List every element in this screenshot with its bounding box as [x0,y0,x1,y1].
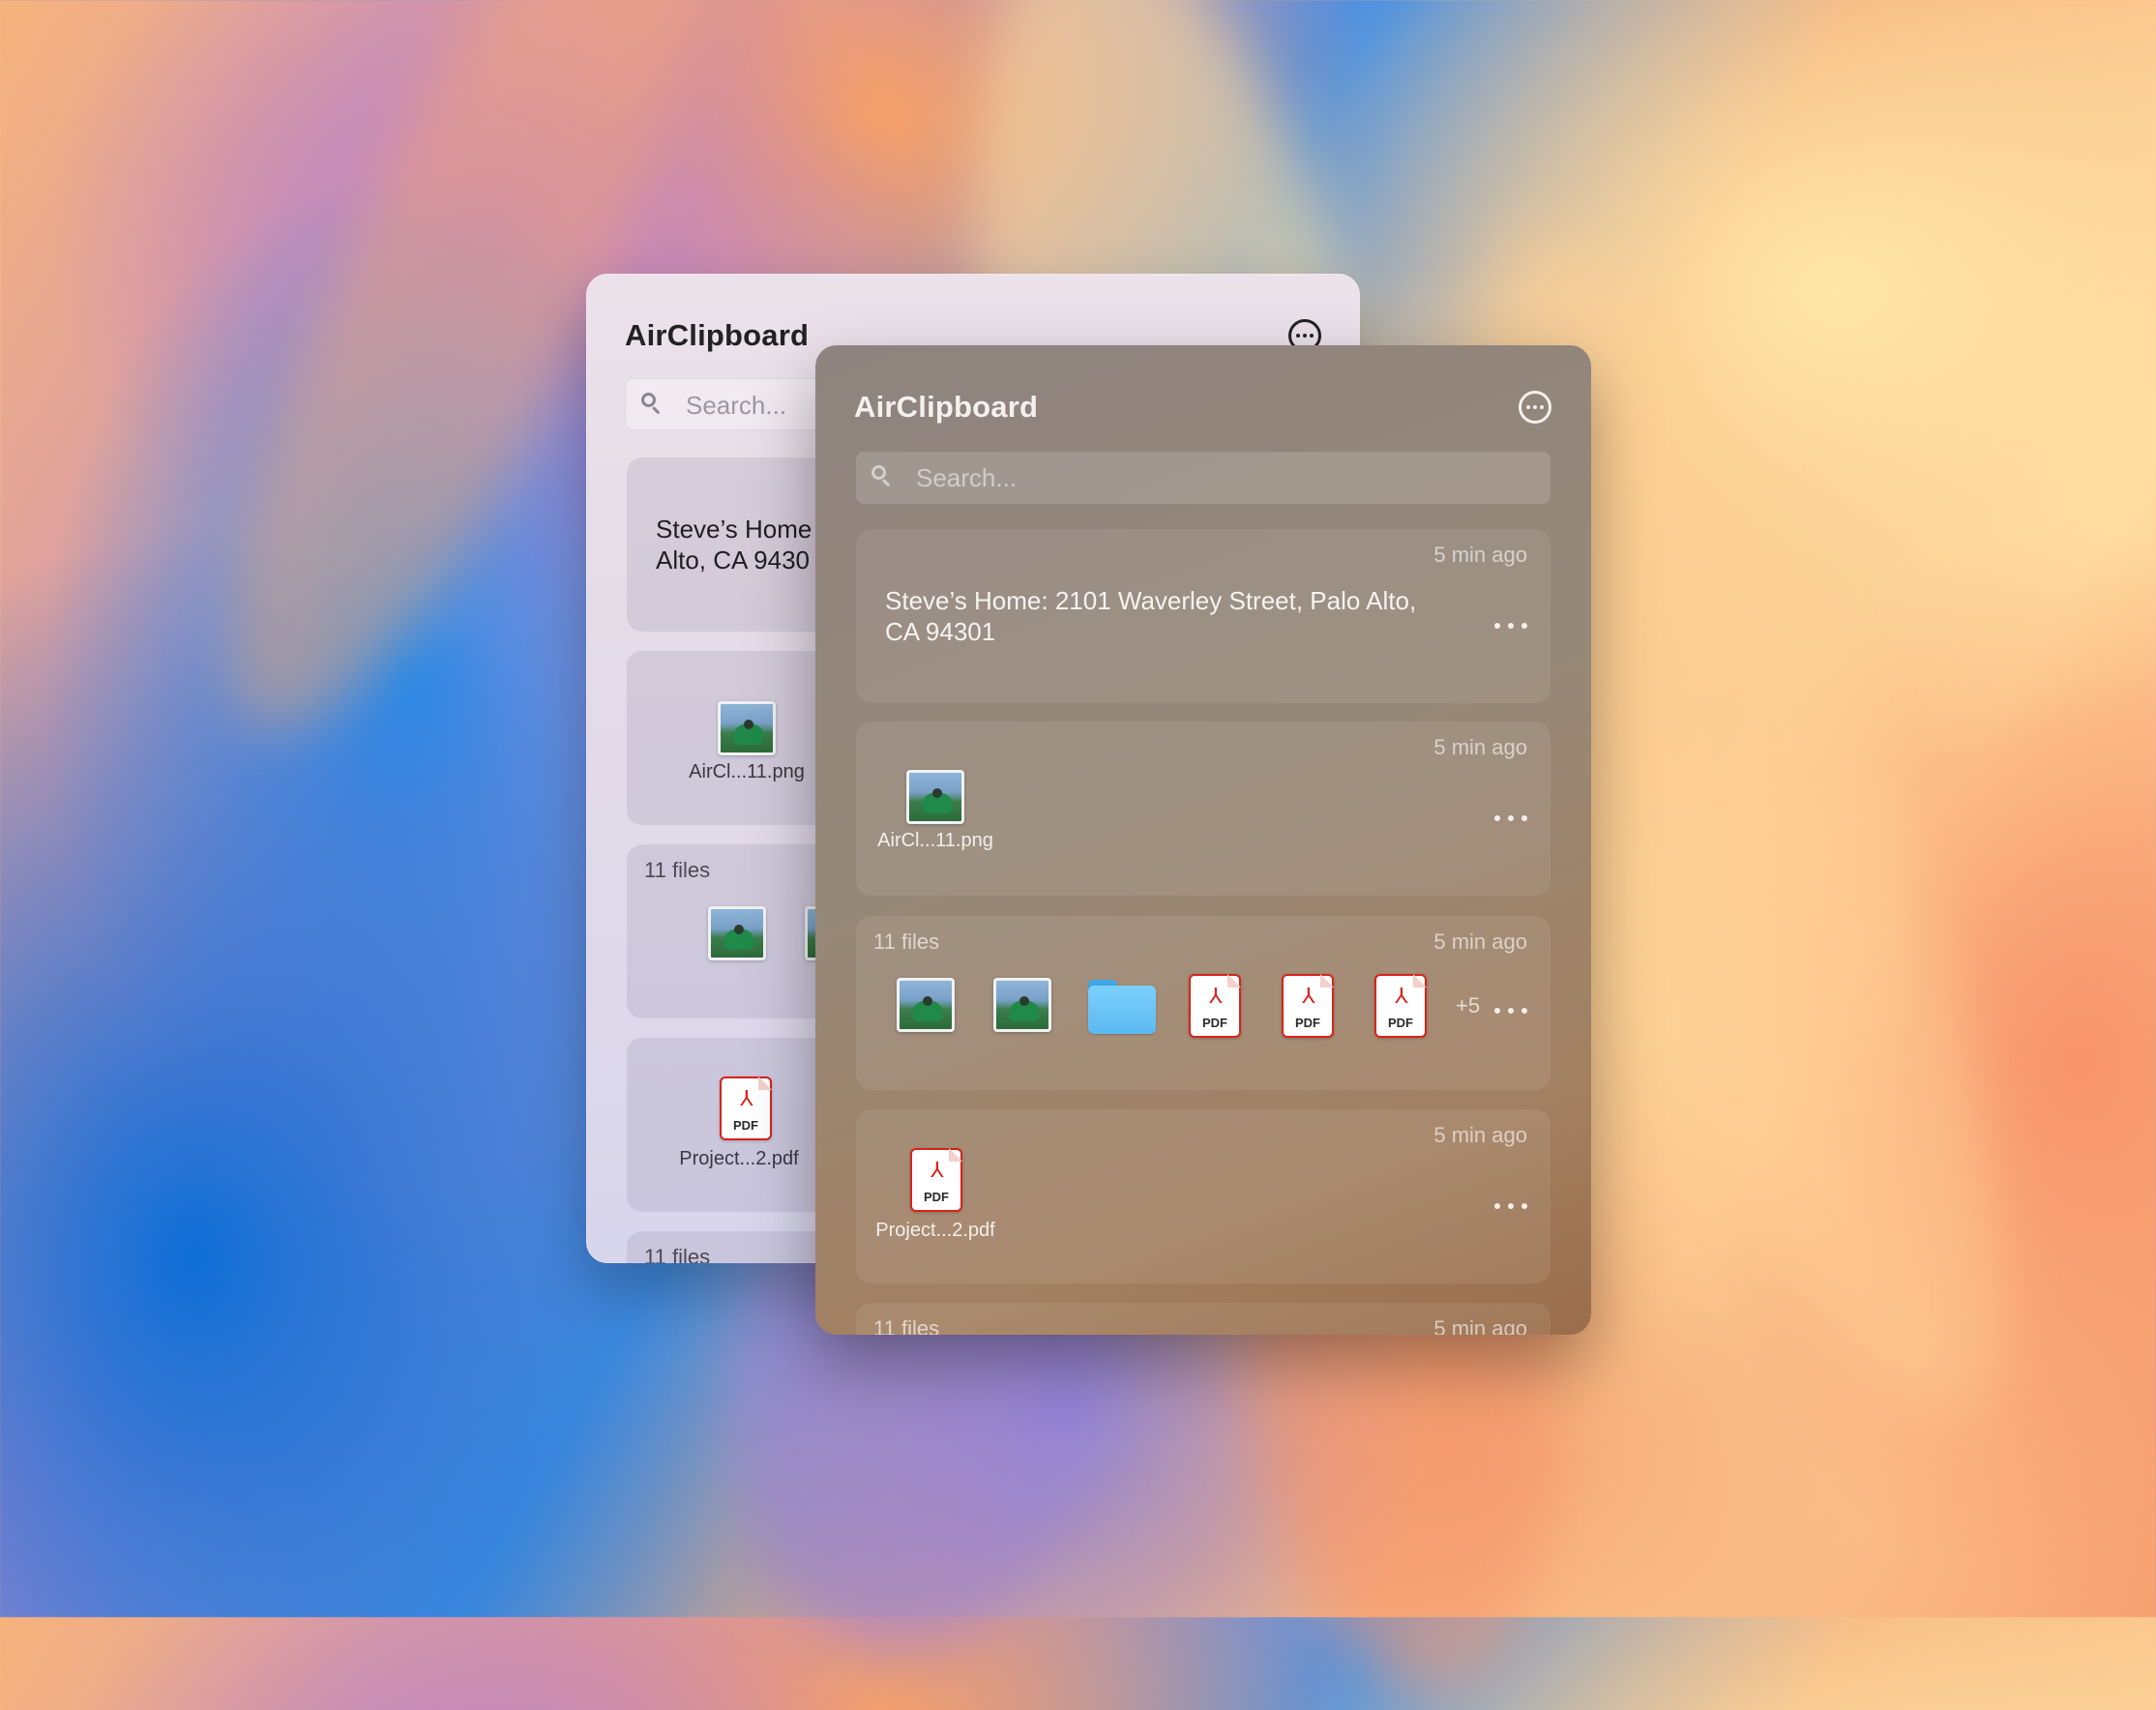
clipboard-window-dark: AirClipboard 5 min ago Steve’s Home: 210… [815,345,1591,1335]
file-name: Project...2.pdf [875,1220,995,1241]
more-actions-icon[interactable] [1494,1007,1527,1015]
files-count: 11 files [873,1316,940,1335]
clip-time: 5 min ago [1433,929,1527,954]
folder-icon [1088,980,1156,1034]
clip-card-pdf[interactable]: 5 min ago ⅄ PDF Project...2.pdf [856,1109,1551,1283]
files-count: 11 files [873,929,940,954]
file-name: AirCl...11.png [689,761,805,782]
app-title: AirClipboard [625,318,810,352]
clip-text: Steve’s Home: 2101 Waverley Street, Palo… [885,586,1417,646]
clip-time: 5 min ago [1433,735,1527,759]
more-options-icon[interactable] [1519,391,1551,424]
pdf-icon: ⅄ PDF [1374,974,1427,1038]
clip-card-files[interactable]: 11 files 5 min ago ⅄ PDF ⅄ PDF ⅄ PDF +5 [856,916,1551,1090]
clip-card-files[interactable]: 11 files 5 min ago [856,1303,1551,1335]
image-icon [897,978,955,1032]
clip-time: 5 min ago [1433,543,1527,567]
files-count: 11 files [644,1245,711,1263]
clip-time: 5 min ago [1433,1316,1527,1335]
pdf-icon: ⅄ PDF [910,1148,962,1212]
clip-card-image[interactable]: 5 min ago AirCl...11.png [856,722,1551,896]
pdf-icon: ⅄ PDF [1189,974,1241,1038]
image-icon [708,906,766,960]
more-actions-icon[interactable] [1494,622,1527,630]
clip-card-text[interactable]: 5 min ago Steve’s Home: 2101 Waverley St… [856,529,1551,703]
image-icon [718,701,776,755]
image-icon [906,770,964,824]
search-input[interactable] [914,452,1498,504]
more-actions-icon[interactable] [1494,1202,1527,1210]
search-bar[interactable] [856,452,1551,504]
pdf-icon: ⅄ PDF [720,1076,772,1140]
clip-time: 5 min ago [1433,1123,1527,1147]
image-icon [993,978,1051,1032]
more-actions-icon[interactable] [1494,814,1527,822]
pdf-icon: ⅄ PDF [1282,974,1334,1038]
search-icon [641,393,661,412]
more-files-count: +5 [1456,993,1481,1017]
files-count: 11 files [644,858,711,882]
file-name: AirCl...11.png [877,830,993,851]
app-title: AirClipboard [854,390,1039,424]
file-name: Project...2.pdf [679,1148,799,1169]
search-icon [871,465,891,485]
